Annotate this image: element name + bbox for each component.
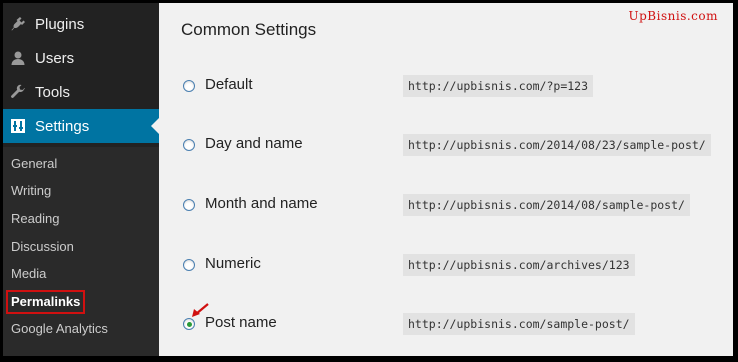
- permalink-option-post-name: Post name http://upbisnis.com/sample-pos…: [181, 313, 731, 337]
- settings-icon: [8, 116, 28, 136]
- annotation-arrow-icon: [192, 303, 209, 317]
- submenu-item-google-analytics[interactable]: Google Analytics: [11, 319, 108, 339]
- radio-month-and-name[interactable]: [183, 199, 195, 211]
- radio-day-and-name[interactable]: [183, 139, 195, 151]
- radio-numeric[interactable]: [183, 259, 195, 271]
- user-icon: [8, 48, 28, 68]
- admin-sidebar: Plugins Users Tools Settings General Wri…: [3, 3, 159, 356]
- option-label[interactable]: Numeric: [205, 255, 261, 272]
- example-url: http://upbisnis.com/archives/123: [403, 254, 635, 276]
- screenshot-frame: Plugins Users Tools Settings General Wri…: [3, 3, 733, 356]
- option-label[interactable]: Month and name: [205, 195, 318, 212]
- permalink-option-default: Default http://upbisnis.com/?p=123: [181, 75, 731, 99]
- permalink-option-month-and-name: Month and name http://upbisnis.com/2014/…: [181, 194, 731, 218]
- submenu-item-reading[interactable]: Reading: [11, 209, 59, 229]
- submenu-item-writing[interactable]: Writing: [11, 181, 51, 201]
- radio-default[interactable]: [183, 80, 195, 92]
- menu-item-settings[interactable]: Settings: [3, 109, 159, 143]
- example-url: http://upbisnis.com/sample-post/: [403, 313, 635, 335]
- plugin-icon: [8, 14, 28, 34]
- permalink-option-day-and-name: Day and name http://upbisnis.com/2014/08…: [181, 134, 731, 158]
- main-content: Common Settings UpBisnis.com Default htt…: [159, 3, 733, 356]
- menu-label: Settings: [35, 117, 90, 135]
- option-label[interactable]: Post name: [205, 314, 277, 331]
- permalink-option-numeric: Numeric http://upbisnis.com/archives/123: [181, 254, 731, 278]
- example-url: http://upbisnis.com/2014/08/sample-post/: [403, 194, 690, 216]
- settings-submenu: General Writing Reading Discussion Media…: [3, 147, 159, 356]
- watermark: UpBisnis.com: [628, 9, 718, 23]
- submenu-item-general[interactable]: General: [11, 154, 57, 174]
- menu-label: Users: [35, 49, 75, 67]
- submenu-item-permalinks[interactable]: Permalinks: [5, 290, 86, 314]
- option-label[interactable]: Day and name: [205, 135, 303, 152]
- option-label[interactable]: Default: [205, 76, 253, 93]
- radio-post-name[interactable]: [183, 318, 195, 330]
- menu-label: Plugins: [35, 15, 85, 33]
- wrench-icon: [8, 82, 28, 102]
- example-url: http://upbisnis.com/2014/08/23/sample-po…: [403, 134, 711, 156]
- menu-item-users[interactable]: Users: [3, 41, 159, 75]
- menu-item-plugins[interactable]: Plugins: [3, 7, 159, 41]
- menu-item-tools[interactable]: Tools: [3, 75, 159, 109]
- menu-label: Tools: [35, 83, 71, 101]
- submenu-item-discussion[interactable]: Discussion: [11, 237, 74, 257]
- section-title: Common Settings: [181, 20, 317, 39]
- example-url: http://upbisnis.com/?p=123: [403, 75, 594, 97]
- submenu-item-media[interactable]: Media: [11, 264, 46, 284]
